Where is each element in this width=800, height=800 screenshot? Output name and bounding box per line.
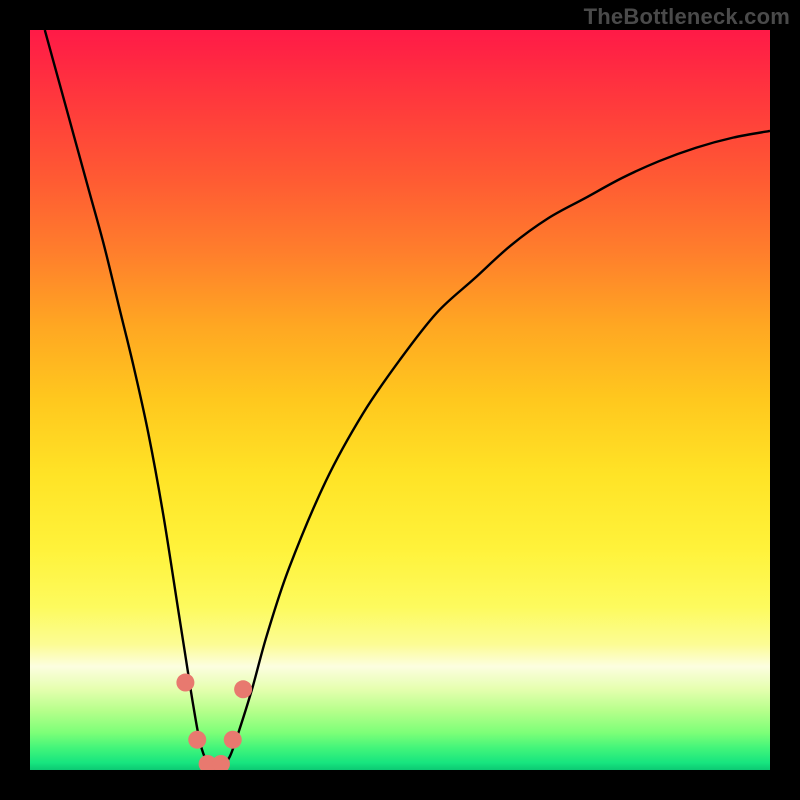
curve-marker <box>176 674 194 692</box>
curve-marker <box>188 731 206 749</box>
curve-marker <box>234 680 252 698</box>
chart-frame: TheBottleneck.com <box>0 0 800 800</box>
curve-marker <box>212 755 230 770</box>
plot-area <box>30 30 770 770</box>
bottleneck-curve <box>45 30 770 770</box>
watermark-text: TheBottleneck.com <box>584 4 790 30</box>
bottleneck-curve-svg <box>30 30 770 770</box>
curve-marker <box>224 731 242 749</box>
